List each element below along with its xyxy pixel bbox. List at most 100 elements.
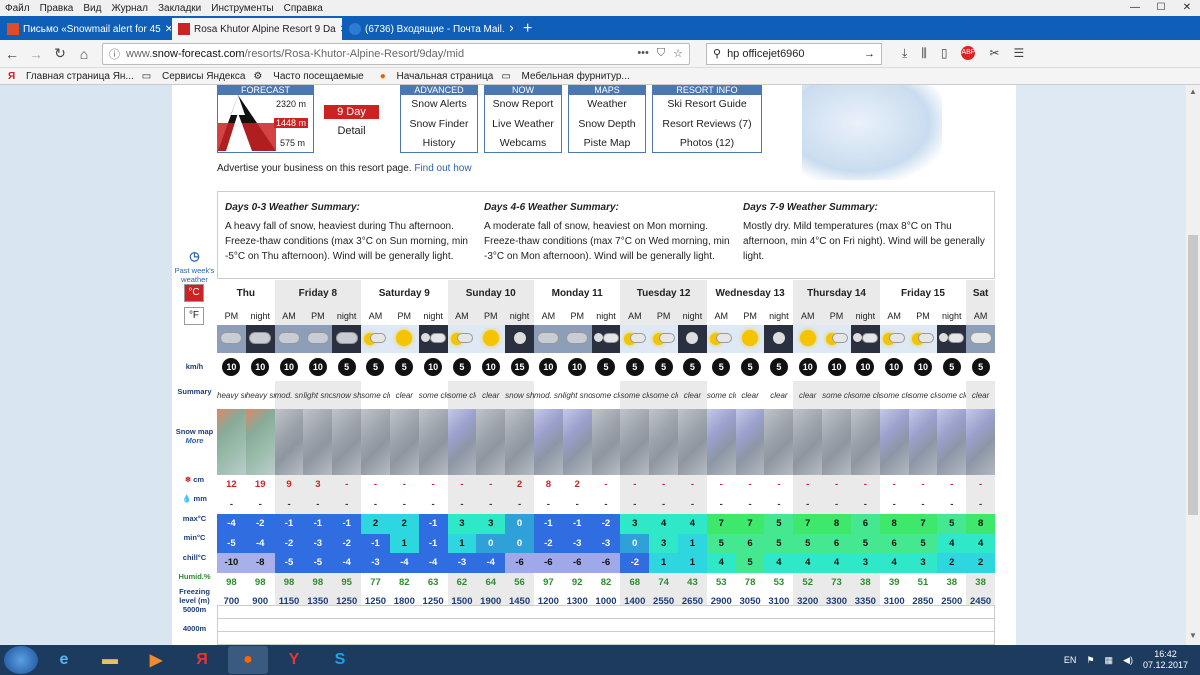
snow-map-thumbnail[interactable] <box>332 409 362 475</box>
library-icon[interactable]: ⫼ <box>921 46 927 61</box>
snow-map-thumbnail[interactable] <box>620 409 650 475</box>
url-bar[interactable]: ⓘ www. snow-forecast.com/resorts/Rosa-Khu… <box>102 42 690 65</box>
start-button[interactable] <box>4 646 38 674</box>
page-actions-icon[interactable]: ••• <box>637 47 649 60</box>
photos-link[interactable]: Photos (12) <box>653 134 761 154</box>
snow-map-thumbnail[interactable] <box>562 409 592 475</box>
flag-icon[interactable]: ⚑ <box>1086 655 1094 666</box>
fahrenheit-button[interactable]: °F <box>184 307 204 325</box>
close-tab-icon[interactable]: ✕ <box>161 24 171 35</box>
snow-map-thumbnail[interactable] <box>476 409 506 475</box>
search-box[interactable]: ⚲ hp officejet6960 → <box>706 42 882 65</box>
clock-icon[interactable]: ◷ <box>172 250 217 262</box>
yandex-browser-icon[interactable]: Y <box>274 646 314 674</box>
language-indicator[interactable]: EN <box>1064 655 1077 665</box>
past-weather-link[interactable]: Past week's weather <box>172 266 217 284</box>
scroll-down-icon[interactable]: ▼ <box>1186 631 1200 640</box>
reload-icon[interactable]: ↻ <box>48 45 72 62</box>
snow-map-thumbnail[interactable] <box>850 409 880 475</box>
resort-guide-link[interactable]: Ski Resort Guide <box>653 95 761 115</box>
piste-map-link[interactable]: Piste Map <box>569 134 645 154</box>
snow-map-thumbnail[interactable] <box>303 409 333 475</box>
tab-snowmail[interactable]: Письмо «Snowmail alert for 45 ✕ <box>1 18 171 40</box>
pocket-icon[interactable]: ⛉ <box>657 47 665 60</box>
scrollbar-thumb[interactable] <box>1188 235 1198 515</box>
bookmark-furniture[interactable]: ▭ Мебельная фурнитур... <box>501 71 629 82</box>
celsius-button[interactable]: °C <box>184 284 204 302</box>
snow-map-thumbnail[interactable] <box>447 409 477 475</box>
minimize-icon[interactable]: — <box>1122 0 1148 16</box>
snow-depth-link[interactable]: Snow Depth <box>569 115 645 135</box>
close-tab-icon[interactable]: ✕ <box>336 24 342 35</box>
search-input[interactable]: hp officejet6960 <box>727 48 804 60</box>
scroll-up-icon[interactable]: ▲ <box>1186 87 1200 96</box>
search-go-icon[interactable]: → <box>864 48 875 60</box>
menu-icon[interactable]: ☰ <box>1014 46 1025 61</box>
snow-map-thumbnail[interactable] <box>245 409 275 475</box>
tab-rosa-khutor[interactable]: Rosa Khutor Alpine Resort 9 Da ✕ <box>172 18 342 40</box>
adblock-icon[interactable]: ABP <box>961 46 975 60</box>
snow-map-thumbnail[interactable] <box>678 409 707 475</box>
snow-map-thumbnail[interactable] <box>822 409 851 475</box>
snow-map-thumbnail[interactable] <box>533 409 563 475</box>
snow-map-thumbnail[interactable] <box>505 409 534 475</box>
close-icon[interactable]: ✕ <box>1174 0 1200 16</box>
snow-map-thumbnail[interactable] <box>706 409 736 475</box>
menu-item[interactable]: Файл <box>0 3 35 14</box>
snow-map-thumbnail[interactable] <box>966 409 995 475</box>
bookmark-start-page[interactable]: ● Начальная страница <box>372 71 494 82</box>
bookmark-star-icon[interactable]: ☆ <box>673 47 683 60</box>
resort-reviews-link[interactable]: Resort Reviews (7) <box>653 115 761 135</box>
menu-item[interactable]: Справка <box>279 3 328 14</box>
snow-map-thumbnail[interactable] <box>361 409 390 475</box>
info-icon[interactable]: ⓘ <box>109 46 120 62</box>
elevation-bottom[interactable]: 575 m <box>280 138 305 148</box>
detail-link[interactable]: Detail <box>324 125 379 137</box>
snow-map-thumbnail[interactable] <box>879 409 909 475</box>
firefox-icon[interactable]: ● <box>228 646 268 674</box>
bookmark-yandex-services[interactable]: ▭ Сервисы Яндекса <box>142 71 246 82</box>
close-tab-icon[interactable]: ✕ <box>505 24 513 35</box>
snow-report-link[interactable]: Snow Report <box>485 95 561 115</box>
snow-map-thumbnail[interactable] <box>793 409 823 475</box>
tab-mail-inbox[interactable]: (6736) Входящие - Почта Mail. ✕ <box>343 18 513 40</box>
webcams-link[interactable]: Webcams <box>485 134 561 154</box>
snow-map-thumbnail[interactable] <box>217 409 246 475</box>
skype-icon[interactable]: S <box>320 646 360 674</box>
snow-map-thumbnail[interactable] <box>591 409 621 475</box>
menu-item[interactable]: Инструменты <box>206 3 278 14</box>
snow-map-more-link[interactable]: More <box>172 436 217 445</box>
back-icon[interactable]: ← <box>0 46 24 62</box>
media-player-icon[interactable]: ▶ <box>136 646 176 674</box>
network-icon[interactable]: ▦ <box>1105 655 1114 666</box>
snow-map-thumbnail[interactable] <box>389 409 419 475</box>
elevation-mid[interactable]: 1448 m <box>274 118 309 128</box>
menu-item[interactable]: Журнал <box>106 3 153 14</box>
volume-icon[interactable]: ◀) <box>1123 655 1133 666</box>
nine-day-button[interactable]: 9 Day <box>324 105 379 119</box>
menu-item[interactable]: Закладки <box>153 3 206 14</box>
snow-alerts-link[interactable]: Snow Alerts <box>401 95 477 115</box>
snow-map-thumbnail[interactable] <box>937 409 967 475</box>
ie-icon[interactable]: e <box>44 646 84 674</box>
bookmark-yandex[interactable]: Я Главная страница Ян... <box>8 71 134 82</box>
snow-map-thumbnail[interactable] <box>908 409 938 475</box>
bookmark-most-visited[interactable]: ⚙ Часто посещаемые <box>253 71 363 82</box>
scrollbar[interactable]: ▲ ▼ <box>1186 85 1200 645</box>
find-out-how-link[interactable]: Find out how <box>414 163 471 174</box>
elevation-top[interactable]: 2320 m <box>276 99 306 109</box>
snow-map-thumbnail[interactable] <box>418 409 448 475</box>
history-link[interactable]: History <box>401 134 477 154</box>
yandex-icon[interactable]: Я <box>182 646 222 674</box>
forward-icon[interactable]: → <box>24 46 48 62</box>
explorer-icon[interactable]: ▬ <box>90 646 130 674</box>
menu-item[interactable]: Правка <box>35 3 79 14</box>
maximize-icon[interactable]: ☐ <box>1148 0 1174 16</box>
clock[interactable]: 16:42 07.12.2017 <box>1143 649 1188 671</box>
snow-map-thumbnail[interactable] <box>735 409 765 475</box>
weather-map-link[interactable]: Weather <box>569 95 645 115</box>
sidebar-icon[interactable]: ▯ <box>941 46 948 61</box>
download-icon[interactable]: ⤓ <box>902 46 907 61</box>
menu-item[interactable]: Вид <box>78 3 106 14</box>
home-icon[interactable]: ⌂ <box>72 46 96 62</box>
